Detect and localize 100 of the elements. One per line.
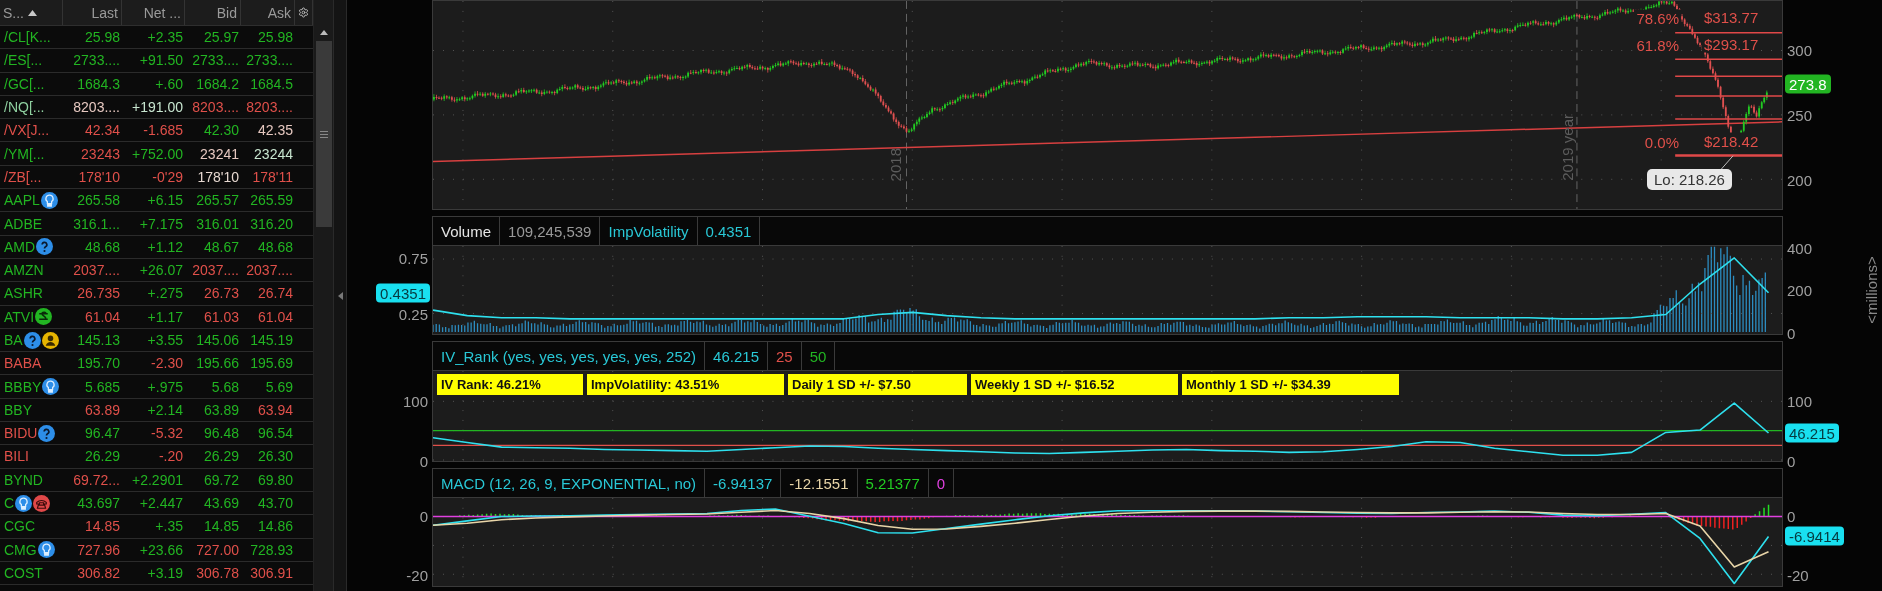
quote-cell-text: 63.89 bbox=[83, 401, 121, 418]
symbol-text: /GC[... bbox=[4, 75, 45, 92]
axis-label: 0 bbox=[1787, 452, 1796, 470]
quote-cell-text: 69.80 bbox=[256, 471, 294, 488]
watchlist-row[interactable]: CMG 727.96 +23.66 727.00 728.93 bbox=[0, 538, 313, 562]
quote-cell-text: -2.30 bbox=[150, 355, 184, 372]
quote-cell-text: 96.54 bbox=[256, 425, 294, 442]
quote-cell-text: +23.66 bbox=[138, 541, 184, 558]
phone-icon bbox=[33, 494, 51, 512]
symbol-text: BABA bbox=[4, 355, 42, 372]
quote-cell-text: 8203.... bbox=[191, 99, 240, 116]
quote-cell-text: 178'10 bbox=[196, 168, 240, 185]
watchlist-row[interactable]: AAPL 265.58 +6.15 265.57 265.59 bbox=[0, 189, 313, 213]
column-header[interactable]: S... bbox=[0, 0, 63, 25]
symbol-text: /NQ[... bbox=[4, 99, 45, 116]
axis-label: 0.25 bbox=[398, 305, 428, 323]
quote-cell-text: 727.00 bbox=[195, 541, 240, 558]
quote-cell-text: 1684.2 bbox=[195, 75, 240, 92]
value-badge: -6.9414 bbox=[1785, 526, 1844, 546]
quote-cell-text: 1684.3 bbox=[76, 75, 121, 92]
quote-cell-text: 42.34 bbox=[83, 122, 121, 139]
quote-cell-text: 42.30 bbox=[202, 122, 240, 139]
watchlist-row[interactable]: ATVI 61.04 +1.17 61.03 61.04 bbox=[0, 305, 313, 329]
watchlist-row[interactable]: AMD 48.68 +1.12 48.67 48.68 bbox=[0, 235, 313, 259]
scrollbar-thumb[interactable] bbox=[315, 41, 332, 227]
axis-label: 200 bbox=[1787, 281, 1813, 299]
quote-cell-text: 25.98 bbox=[83, 29, 121, 46]
leader-line bbox=[1720, 155, 1734, 170]
quote-cell-text: 43.697 bbox=[76, 495, 121, 512]
quote-cell-text: 195.69 bbox=[249, 355, 294, 372]
last-price-badge: 273.8 bbox=[1785, 74, 1831, 94]
quote-cell-text: +752.00 bbox=[131, 145, 184, 162]
scrollbar[interactable] bbox=[313, 0, 333, 591]
column-header[interactable]: Net ... bbox=[122, 0, 185, 25]
symbol-text: ATVI bbox=[4, 308, 35, 325]
quote-cell-text: +26.07 bbox=[138, 262, 184, 279]
quote-cell-text: 23244 bbox=[253, 145, 294, 162]
axis-label: 0 bbox=[1787, 507, 1796, 525]
symbol-text: BIDU bbox=[4, 425, 38, 442]
axis-label: 200 bbox=[1787, 171, 1813, 189]
quote-cell-text: 26.74 bbox=[256, 285, 294, 302]
quote-cell-text: -1.685 bbox=[142, 122, 184, 139]
column-header[interactable]: Ask bbox=[241, 0, 295, 25]
axis-label: -20 bbox=[1787, 566, 1809, 584]
axis-label: 0 bbox=[419, 452, 428, 470]
quote-cell-text: 69.72... bbox=[72, 471, 121, 488]
quote-cell-text: -0'29 bbox=[151, 168, 184, 185]
axis-label: 400 bbox=[1787, 239, 1813, 257]
symbol-text: AMD bbox=[4, 238, 36, 255]
scroll-up-arrow-icon[interactable] bbox=[319, 30, 328, 35]
quote-cell-text: 5.68 bbox=[210, 378, 240, 395]
quote-cell-text: 61.03 bbox=[202, 308, 240, 325]
quote-cell-text: 26.29 bbox=[202, 448, 240, 465]
watchlist-row[interactable]: BIDU 96.47 -5.32 96.48 96.54 bbox=[0, 422, 313, 446]
axis-label: 0.75 bbox=[398, 249, 428, 267]
quote-cell-text: +91.50 bbox=[138, 52, 184, 69]
quote-cell-text: 26.73 bbox=[202, 285, 240, 302]
quote-cell-text: 26.30 bbox=[256, 448, 294, 465]
axis-label: -20 bbox=[406, 566, 428, 584]
quote-cell-text: 96.47 bbox=[83, 425, 121, 442]
quote-cell-text: 69.72 bbox=[202, 471, 240, 488]
quote-cell-text: 306.91 bbox=[249, 564, 294, 581]
quote-cell-text: 43.70 bbox=[256, 495, 294, 512]
symbol-text: BBY bbox=[4, 401, 32, 418]
quote-cell-text: 96.48 bbox=[202, 425, 240, 442]
lightbulb-icon bbox=[15, 494, 33, 512]
symbol-text: AMZN bbox=[4, 262, 44, 279]
panel-splitter[interactable] bbox=[333, 0, 347, 591]
symbol-text: /ZB[... bbox=[4, 168, 42, 185]
column-header[interactable]: Bid bbox=[185, 0, 241, 25]
symbol-text: C bbox=[4, 495, 15, 512]
quote-cell-text: 178'11 bbox=[251, 168, 294, 185]
symbol-text: /CL[K... bbox=[4, 29, 51, 46]
study-label: ImpVolatility: 43.51% bbox=[587, 374, 784, 395]
quote-cell-text: +2.35 bbox=[146, 29, 184, 46]
column-header[interactable]: Last bbox=[63, 0, 122, 25]
collapse-arrow-icon bbox=[337, 291, 343, 300]
low-price-callout: Lo: 218.26 bbox=[1647, 169, 1732, 190]
quote-cell-text: +.275 bbox=[146, 285, 184, 302]
study-label: IV Rank: 46.21% bbox=[437, 374, 583, 395]
axis-label: 100 bbox=[1787, 392, 1813, 410]
symbol-text: CMG bbox=[4, 541, 37, 558]
quote-cell-text: 145.13 bbox=[76, 332, 121, 348]
quote-cell-text: -.20 bbox=[157, 448, 184, 465]
quote-cell-text: 48.67 bbox=[202, 238, 240, 255]
axis-label: 250 bbox=[1787, 106, 1813, 124]
quote-cell-text: 727.96 bbox=[76, 541, 121, 558]
symbol-text: AAPL bbox=[4, 192, 40, 209]
quote-cell-text: 265.58 bbox=[76, 192, 121, 209]
quote-cell-text: 316.20 bbox=[249, 215, 294, 232]
settings-icon bbox=[298, 5, 309, 20]
quote-cell-text: +.975 bbox=[146, 378, 184, 395]
fib-percent: 78.6% bbox=[1634, 9, 1681, 27]
quote-cell-text: 2037.... bbox=[72, 262, 121, 279]
symbol-text: BYND bbox=[4, 471, 43, 488]
watchlist-row[interactable]: BBBY 5.685 +.975 5.68 5.69 bbox=[0, 375, 313, 399]
quote-cell-text: 48.68 bbox=[83, 238, 121, 255]
quote-cell-text: 63.89 bbox=[202, 401, 240, 418]
quote-cell-text: 8203.... bbox=[72, 99, 121, 116]
quote-cell-text: 25.98 bbox=[256, 29, 294, 46]
